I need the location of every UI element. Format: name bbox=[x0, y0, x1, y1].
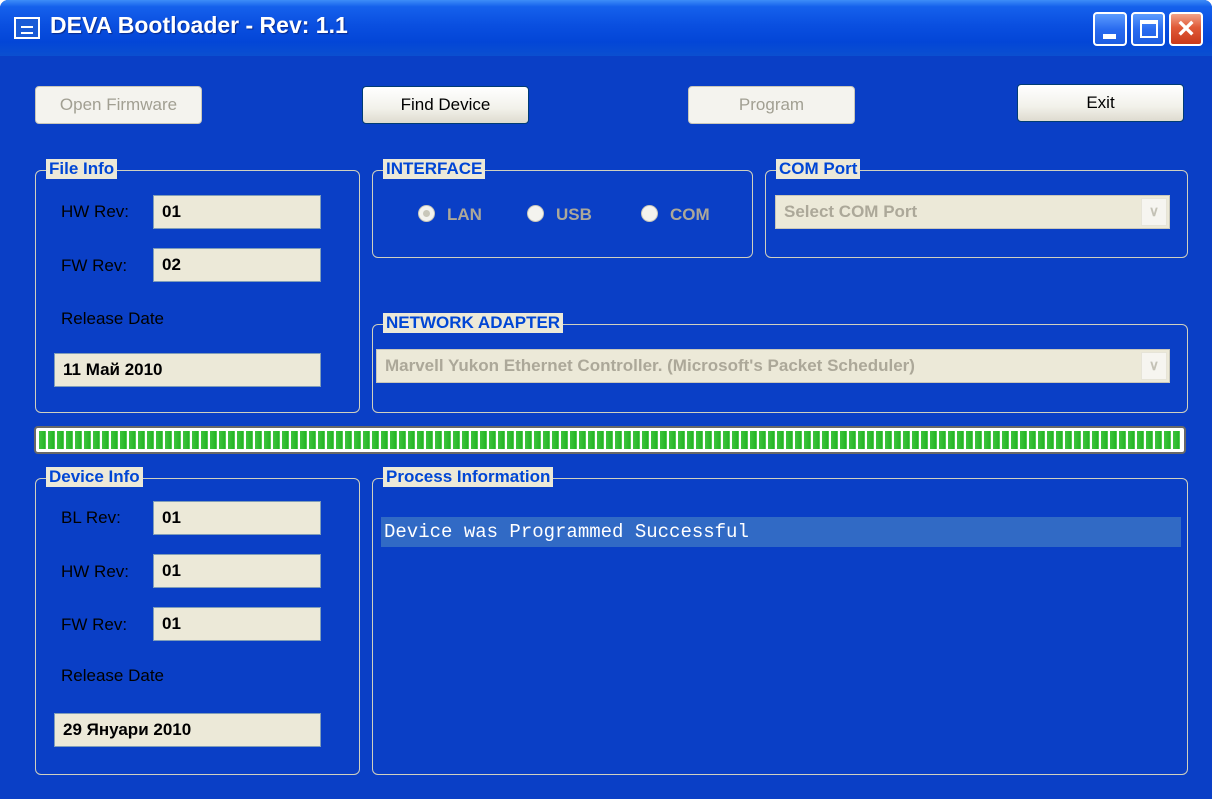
file-fw-rev-field: 02 bbox=[153, 248, 321, 282]
interface-label: INTERFACE bbox=[383, 159, 486, 179]
file-fw-rev-label: FW Rev: bbox=[61, 256, 128, 275]
radio-com[interactable]: COM bbox=[641, 205, 710, 225]
find-device-button[interactable]: Find Device bbox=[362, 86, 529, 124]
file-release-date-field: 11 Май 2010 bbox=[54, 353, 321, 387]
close-icon: × bbox=[1177, 12, 1195, 45]
title-bar[interactable]: DEVA Bootloader - Rev: 1.1 × bbox=[0, 0, 1212, 56]
open-firmware-button[interactable]: Open Firmware bbox=[35, 86, 202, 124]
radio-lan-indicator bbox=[418, 205, 435, 222]
radio-com-indicator bbox=[641, 205, 658, 222]
device-fw-rev-label: FW Rev: bbox=[61, 615, 128, 634]
window-title: DEVA Bootloader - Rev: 1.1 bbox=[50, 12, 348, 38]
radio-usb-indicator bbox=[527, 205, 544, 222]
network-adapter-value: Marvell Yukon Ethernet Controller. (Micr… bbox=[385, 356, 915, 375]
process-log-line[interactable]: Device was Programmed Successful bbox=[381, 517, 1181, 547]
device-release-date-label: Release Date bbox=[61, 666, 165, 685]
minimize-button[interactable] bbox=[1093, 12, 1127, 46]
com-port-value: Select COM Port bbox=[784, 202, 918, 221]
file-hw-rev-field: 01 bbox=[153, 195, 321, 229]
network-adapter-select[interactable]: Marvell Yukon Ethernet Controller. (Micr… bbox=[376, 349, 1170, 383]
radio-usb[interactable]: USB bbox=[527, 205, 592, 225]
maximize-icon bbox=[1140, 20, 1158, 38]
chevron-down-icon[interactable]: ∨ bbox=[1141, 352, 1167, 380]
process-info-label: Process Information bbox=[383, 467, 554, 487]
device-release-date-field: 29 Януари 2010 bbox=[54, 713, 321, 747]
device-bl-rev-label: BL Rev: bbox=[61, 508, 121, 527]
program-button[interactable]: Program bbox=[688, 86, 855, 124]
device-info-label: Device Info bbox=[46, 467, 143, 487]
close-button[interactable]: × bbox=[1169, 12, 1203, 46]
file-info-label: File Info bbox=[46, 159, 118, 179]
progress-bar bbox=[34, 426, 1186, 454]
file-release-date-label: Release Date bbox=[61, 309, 165, 328]
radio-lan[interactable]: LAN bbox=[418, 205, 482, 225]
app-icon[interactable] bbox=[14, 17, 40, 39]
device-fw-rev-field: 01 bbox=[153, 607, 321, 641]
com-port-select[interactable]: Select COM Port ∨ bbox=[775, 195, 1170, 229]
file-hw-rev-label: HW Rev: bbox=[61, 202, 129, 221]
minimize-icon bbox=[1103, 34, 1116, 39]
chevron-down-icon[interactable]: ∨ bbox=[1141, 198, 1167, 226]
device-hw-rev-field: 01 bbox=[153, 554, 321, 588]
maximize-button[interactable] bbox=[1131, 12, 1165, 46]
exit-button[interactable]: Exit bbox=[1017, 84, 1184, 122]
network-adapter-label: NETWORK ADAPTER bbox=[383, 313, 564, 333]
progress-fill bbox=[39, 431, 1181, 449]
device-bl-rev-field: 01 bbox=[153, 501, 321, 535]
com-port-label: COM Port bbox=[776, 159, 861, 179]
device-hw-rev-label: HW Rev: bbox=[61, 562, 129, 581]
